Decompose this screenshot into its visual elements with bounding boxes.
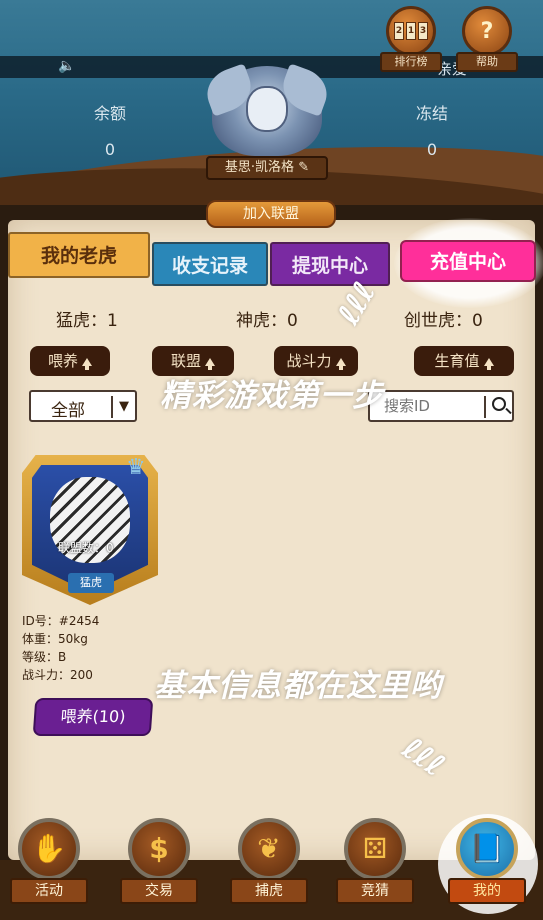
sort-breed-button[interactable]: 生育值	[414, 346, 514, 376]
tiger-face	[246, 86, 288, 132]
tab-records[interactable]: 收支记录	[152, 242, 268, 286]
tab-withdraw[interactable]: 提现中心	[270, 242, 390, 286]
select-divider	[111, 396, 113, 418]
rank-card: 2	[394, 22, 404, 40]
sort-breed-label: 生育值	[434, 352, 480, 370]
count-divine-tiger: 神虎：0	[236, 311, 298, 331]
balance-stat: 余额 0	[80, 100, 140, 159]
paw-prints-icon: ❦	[257, 832, 281, 865]
nav-trade-label: 交易	[120, 878, 198, 904]
count-genesis-tiger: 创世虎：0	[404, 311, 483, 331]
search-icon[interactable]	[492, 397, 506, 411]
nav-mine[interactable]: 📘 我的	[438, 814, 538, 914]
tiger-power: 战斗力：200	[22, 668, 93, 682]
category-select[interactable]: 全部 ▼	[29, 390, 137, 422]
sort-feed-label: 喂养	[47, 352, 78, 370]
nav-activity-label: 活动	[10, 878, 88, 904]
edit-icon[interactable]: ✎	[298, 160, 309, 175]
question-icon: ?	[462, 6, 512, 56]
nav-guess[interactable]: ⚄ 竞猜	[334, 818, 416, 912]
avatar[interactable]	[200, 63, 334, 156]
search-input[interactable]	[384, 395, 484, 417]
frozen-label: 冻结	[415, 104, 448, 123]
sort-feed-button[interactable]: 喂养	[30, 346, 110, 376]
arrow-up-icon	[335, 357, 346, 370]
arrow-up-icon	[82, 357, 92, 370]
speaker-icon[interactable]: 🔈	[58, 58, 75, 74]
crown-icon: ♛	[126, 455, 146, 480]
help-button[interactable]: ? 帮助	[456, 6, 518, 72]
search-box[interactable]	[368, 390, 514, 422]
tiger-card[interactable]: ♛ 联盟数：0 猛虎	[22, 455, 158, 605]
nav-catch[interactable]: ❦ 捕虎	[228, 818, 310, 912]
frozen-value: 0	[426, 140, 438, 159]
tab-my-tigers[interactable]: 我的老虎	[8, 232, 150, 278]
tiger-type-label: 猛虎	[68, 573, 114, 593]
money-bag-icon: $	[149, 832, 169, 865]
username-plate[interactable]: 基思·凯洛格 ✎	[206, 156, 328, 180]
search-divider	[484, 396, 486, 418]
dice-icon: ⚄	[362, 832, 388, 865]
balance-label: 余额	[93, 104, 126, 123]
cards-icon: 2 1 3	[386, 6, 436, 56]
join-alliance-button[interactable]: 加入联盟	[206, 200, 336, 228]
nav-guess-label: 竞猜	[336, 878, 414, 904]
sort-power-label: 战斗力	[286, 352, 332, 370]
feed-button[interactable]: 喂养(10)	[32, 698, 154, 736]
chevron-down-icon[interactable]: ▼	[119, 399, 129, 414]
nav-activity[interactable]: ✋ 活动	[8, 818, 90, 912]
tiger-id: ID号：#2454	[22, 614, 100, 628]
arrow-up-icon	[483, 357, 494, 370]
frozen-stat: 冻结 0	[402, 100, 462, 159]
nav-catch-label: 捕虎	[230, 878, 308, 904]
tutorial-hint-bottom: 基本信息都在这里哟	[154, 668, 442, 704]
username: 基思·凯洛格	[224, 160, 295, 175]
leaderboard-label: 排行榜	[380, 52, 442, 72]
book-icon: 📘	[469, 832, 505, 865]
balance-value: 0	[104, 140, 116, 159]
nav-mine-label: 我的	[448, 878, 526, 904]
nav-trade[interactable]: $ 交易	[118, 818, 200, 912]
paw-flag-icon: ✋	[31, 832, 67, 865]
leaderboard-button[interactable]: 2 1 3 排行榜	[380, 6, 442, 72]
sort-alliance-label: 联盟	[170, 352, 201, 370]
tiger-weight: 体重：50kg	[22, 632, 88, 646]
tutorial-hint-top: 精彩游戏第一步	[160, 378, 384, 414]
rank-card: 3	[418, 22, 428, 40]
count-fierce-tiger: 猛虎：1	[56, 311, 118, 331]
tiger-level: 等级：B	[22, 650, 67, 664]
arrow-up-icon	[205, 357, 215, 370]
help-label: 帮助	[456, 52, 518, 72]
tiger-info: ID号：#2454 体重：50kg 等级：B 战斗力：200	[22, 612, 99, 684]
tab-recharge[interactable]: 充值中心	[400, 240, 536, 282]
category-value: 全部	[51, 401, 85, 421]
rank-card: 1	[406, 22, 416, 40]
alliance-count: 联盟数：0	[58, 541, 114, 555]
